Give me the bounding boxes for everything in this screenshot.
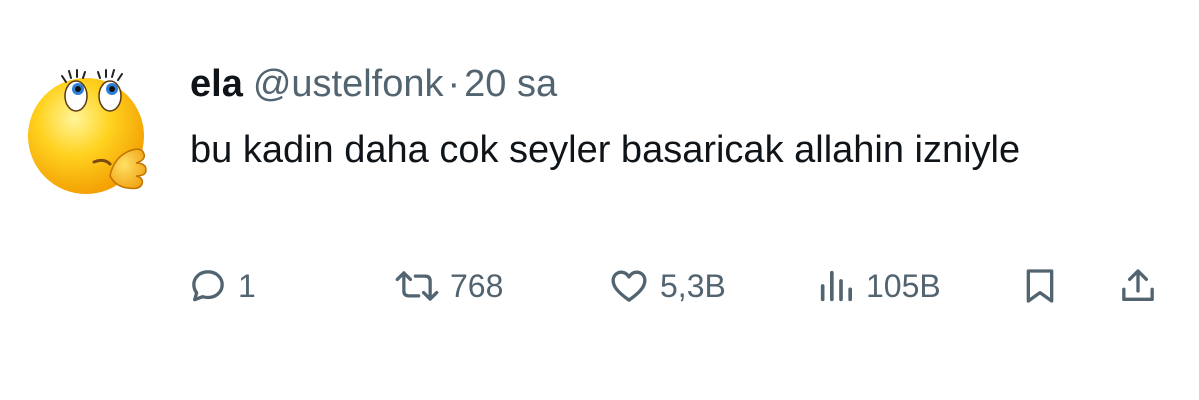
user-handle[interactable]: @ustelfonk xyxy=(253,63,444,105)
tweet-text: bu kadin daha cok seyler basaricak allah… xyxy=(190,129,1021,171)
retweet-button[interactable]: 768 xyxy=(394,262,503,310)
heart-icon xyxy=(611,270,647,302)
tweet-header: ela @ustelfonk · 20 sa xyxy=(190,60,557,108)
reply-icon xyxy=(192,270,224,302)
reply-count: 1 xyxy=(238,268,256,304)
share-button[interactable] xyxy=(1118,262,1158,310)
share-icon xyxy=(1122,269,1154,301)
tweet: ela @ustelfonk · 20 sa bu kadin daha cok se… xyxy=(0,0,1199,400)
views-icon xyxy=(820,270,852,302)
display-name[interactable]: ela xyxy=(190,63,243,105)
views-button[interactable]: 105B xyxy=(816,262,941,310)
bookmark-icon xyxy=(1026,269,1054,303)
thinking-face-emoji-icon xyxy=(28,69,147,194)
views-count: 105B xyxy=(866,268,941,304)
like-button[interactable]: 5,3B xyxy=(608,262,726,310)
like-count: 5,3B xyxy=(660,268,726,304)
bookmark-button[interactable] xyxy=(1022,262,1058,310)
reply-button[interactable]: 1 xyxy=(188,262,256,310)
timestamp[interactable]: 20 sa xyxy=(464,63,557,105)
avatar[interactable] xyxy=(24,58,156,198)
retweet-count: 768 xyxy=(450,268,504,304)
retweet-icon xyxy=(395,271,439,301)
separator-dot: · xyxy=(447,63,461,105)
